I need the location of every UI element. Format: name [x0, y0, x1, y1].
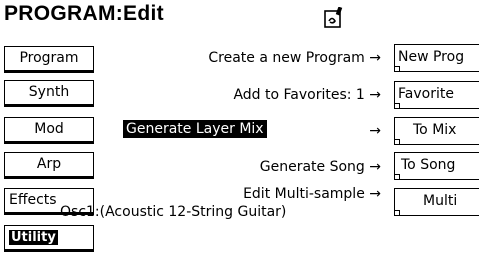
corner-marker	[395, 66, 400, 71]
tab-label: Program	[19, 50, 79, 66]
tab-label: Mod	[34, 121, 64, 137]
tab-label: Effects	[9, 192, 57, 208]
button-label: To Song	[401, 157, 456, 173]
command-generate-song: Generate Song →	[259, 159, 381, 175]
button-label: Multi	[423, 193, 458, 209]
tab-utility[interactable]: Utility	[4, 225, 94, 250]
oscillator-sample-info: Osc1:(Acoustic 12-String Guitar)	[60, 204, 287, 220]
command-generate-layer-mix[interactable]: Generate Layer Mix	[123, 120, 267, 138]
to-song-button[interactable]: To Song	[394, 152, 479, 180]
tab-label: Synth	[28, 84, 70, 100]
to-mix-button[interactable]: To Mix	[394, 117, 479, 145]
multi-button[interactable]: Multi	[394, 188, 479, 216]
corner-marker	[395, 174, 400, 179]
corner-marker	[395, 139, 400, 144]
button-label: Favorite	[398, 86, 454, 102]
favorite-button[interactable]: Favorite	[394, 81, 479, 109]
command-add-favorites: Add to Favorites: 1 →	[233, 87, 381, 103]
edit-document-icon	[324, 7, 343, 28]
corner-marker	[395, 210, 400, 215]
tab-label: Utility	[9, 230, 58, 245]
arrow-icon: →	[369, 123, 381, 139]
tab-program[interactable]: Program	[4, 46, 94, 71]
new-program-button[interactable]: New Prog	[394, 44, 479, 72]
page-title: PROGRAM:Edit	[4, 2, 164, 25]
tab-label: Arp	[36, 156, 62, 172]
button-label: New Prog	[398, 49, 465, 65]
tab-arp[interactable]: Arp	[4, 152, 94, 177]
tab-mod[interactable]: Mod	[4, 117, 94, 142]
command-label: Generate Layer Mix	[123, 120, 267, 138]
corner-marker	[395, 103, 400, 108]
button-label: To Mix	[413, 122, 457, 138]
command-edit-multisample: Edit Multi-sample →	[243, 186, 381, 202]
tab-synth[interactable]: Synth	[4, 80, 94, 105]
command-create-program: Create a new Program →	[208, 50, 381, 66]
